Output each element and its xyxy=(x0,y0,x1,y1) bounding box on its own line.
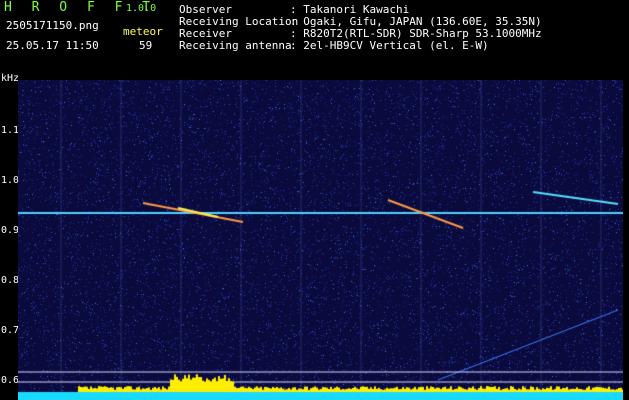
header: H R O F F T 1.0.0 2505171150.png meteor … xyxy=(0,0,629,60)
file-name: 2505171150.png xyxy=(6,19,99,32)
y-tick-label: 1.1 xyxy=(1,125,20,136)
y-unit-label: kHz xyxy=(1,73,20,84)
y-tick-label: 0.6 xyxy=(1,375,20,386)
meteor-count: 59 xyxy=(139,39,153,52)
meteor-label: meteor xyxy=(123,25,163,38)
spectrogram-canvas xyxy=(18,80,623,400)
spectrogram xyxy=(18,80,623,400)
y-tick-label: 0.9 xyxy=(1,225,20,236)
y-tick-label: 0.8 xyxy=(1,275,20,286)
app-version: 1.0.0 xyxy=(126,3,157,14)
timestamp: 25.05.17 11:50 xyxy=(6,39,99,52)
info-label-antenna: Receiving antenna xyxy=(179,39,292,52)
y-tick-label: 1.0 xyxy=(1,175,20,186)
info-value-antenna: : 2el-HB9CV Vertical (el. E-W) xyxy=(290,39,489,52)
y-tick-label: 0.7 xyxy=(1,325,20,336)
